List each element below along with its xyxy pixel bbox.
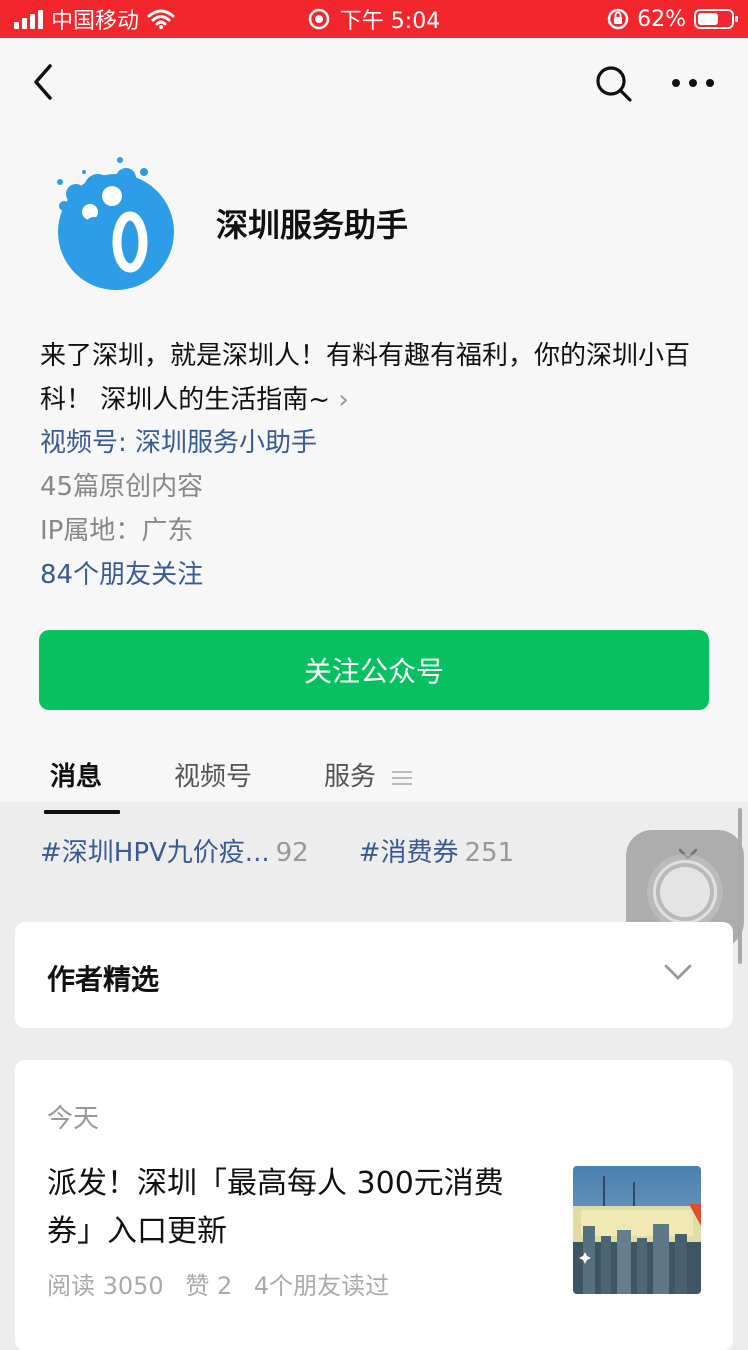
battery-icon xyxy=(694,9,738,29)
carrier-name: 中国移动 xyxy=(51,9,140,34)
hashtag-item[interactable]: #深圳HPV九价疫... 92 xyxy=(40,832,309,869)
battery-percent: 62% xyxy=(637,6,686,32)
ip-location: IP属地：广东 xyxy=(40,516,194,546)
friends-following[interactable]: 84个朋友关注 xyxy=(40,554,203,591)
scrollbar[interactable] xyxy=(738,808,742,964)
tab-messages[interactable]: 消息 xyxy=(40,756,121,814)
tab-bar: 消息 视频号 服务 xyxy=(40,756,422,814)
screen-record-icon xyxy=(308,8,330,30)
tab-services-label: 服务 xyxy=(324,762,377,792)
article-likes: 赞 2 xyxy=(185,1272,233,1300)
original-count: 45篇原创内容 xyxy=(40,472,204,502)
menu-icon xyxy=(392,767,413,789)
status-time: 下午 5:04 xyxy=(339,9,441,34)
video-channel-link[interactable]: 视频号: 深圳服务小助手 xyxy=(40,422,317,459)
account-avatar[interactable] xyxy=(40,150,200,300)
cellular-signal-icon xyxy=(14,9,43,29)
hashtag-count: 92 xyxy=(275,838,309,868)
hashtag-item[interactable]: #消费券 251 xyxy=(359,832,514,869)
status-right: 62% xyxy=(607,6,738,32)
article-date: 今天 xyxy=(47,1104,100,1134)
back-arrow-icon[interactable] xyxy=(28,62,58,102)
article-title[interactable]: 派发！深圳「最高每人 300元消费券」入口更新 xyxy=(47,1160,547,1256)
author-picks-title: 作者精选 xyxy=(47,963,160,996)
status-left: 中国移动 xyxy=(14,3,175,35)
status-bar: 中国移动 下午 5:04 62% xyxy=(0,0,748,38)
hashtag-count: 251 xyxy=(464,838,515,868)
battery-level xyxy=(698,13,718,25)
more-icon[interactable] xyxy=(672,68,714,98)
chevron-down-icon[interactable] xyxy=(663,962,693,982)
account-header: 深圳服务助手 来了深圳，就是深圳人！有料有趣有福利，你的深圳小百科！ 深圳人的生… xyxy=(0,38,748,814)
hashtag-label: #消费券 xyxy=(358,838,459,868)
hashtag-row: #深圳HPV九价疫... 92 #消费券 251 xyxy=(40,832,514,869)
chevron-right-icon: › xyxy=(338,385,349,415)
account-name: 深圳服务助手 xyxy=(216,206,409,244)
article-friends-read: 4个朋友读过 xyxy=(253,1272,390,1300)
profile-row: 深圳服务助手 xyxy=(40,150,408,300)
assistive-touch-core xyxy=(660,867,710,917)
nav-bar xyxy=(0,38,748,128)
article-card[interactable]: 今天 派发！深圳「最高每人 300元消费券」入口更新 阅读 3050 赞 2 4… xyxy=(15,1060,733,1350)
follow-button[interactable]: 关注公众号 xyxy=(39,630,709,710)
author-picks-card[interactable]: 作者精选 xyxy=(15,922,733,1028)
description-text: 来了深圳，就是深圳人！有料有趣有福利，你的深圳小百科！ 深圳人的生活指南~ xyxy=(40,341,691,415)
search-icon[interactable] xyxy=(594,64,634,104)
tab-services[interactable]: 服务 xyxy=(314,756,422,802)
account-description[interactable]: 来了深圳，就是深圳人！有料有趣有福利，你的深圳小百科！ 深圳人的生活指南~ › xyxy=(40,334,710,422)
article-meta: 阅读 3050 赞 2 4个朋友读过 xyxy=(47,1266,403,1301)
article-reads: 阅读 3050 xyxy=(47,1272,164,1300)
article-thumbnail[interactable] xyxy=(573,1166,701,1294)
tab-video[interactable]: 视频号 xyxy=(164,756,262,802)
rotation-lock-icon xyxy=(607,8,629,30)
hashtag-label: #深圳HPV九价疫... xyxy=(40,838,270,868)
wifi-icon xyxy=(147,9,175,29)
